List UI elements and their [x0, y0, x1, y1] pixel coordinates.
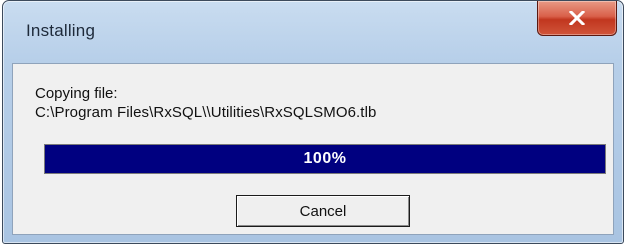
title-bar[interactable]: Installing — [3, 1, 623, 63]
cancel-button[interactable]: Cancel — [236, 195, 410, 227]
close-icon — [569, 11, 585, 25]
current-file-path: C:\Program Files\RxSQL\\Utilities\RxSQLS… — [35, 104, 377, 121]
window-title: Installing — [26, 21, 96, 40]
status-heading: Copying file: — [35, 85, 118, 102]
progress-percent: 100% — [303, 150, 347, 167]
progress-bar: 100% — [44, 144, 606, 174]
close-button[interactable] — [537, 1, 617, 36]
